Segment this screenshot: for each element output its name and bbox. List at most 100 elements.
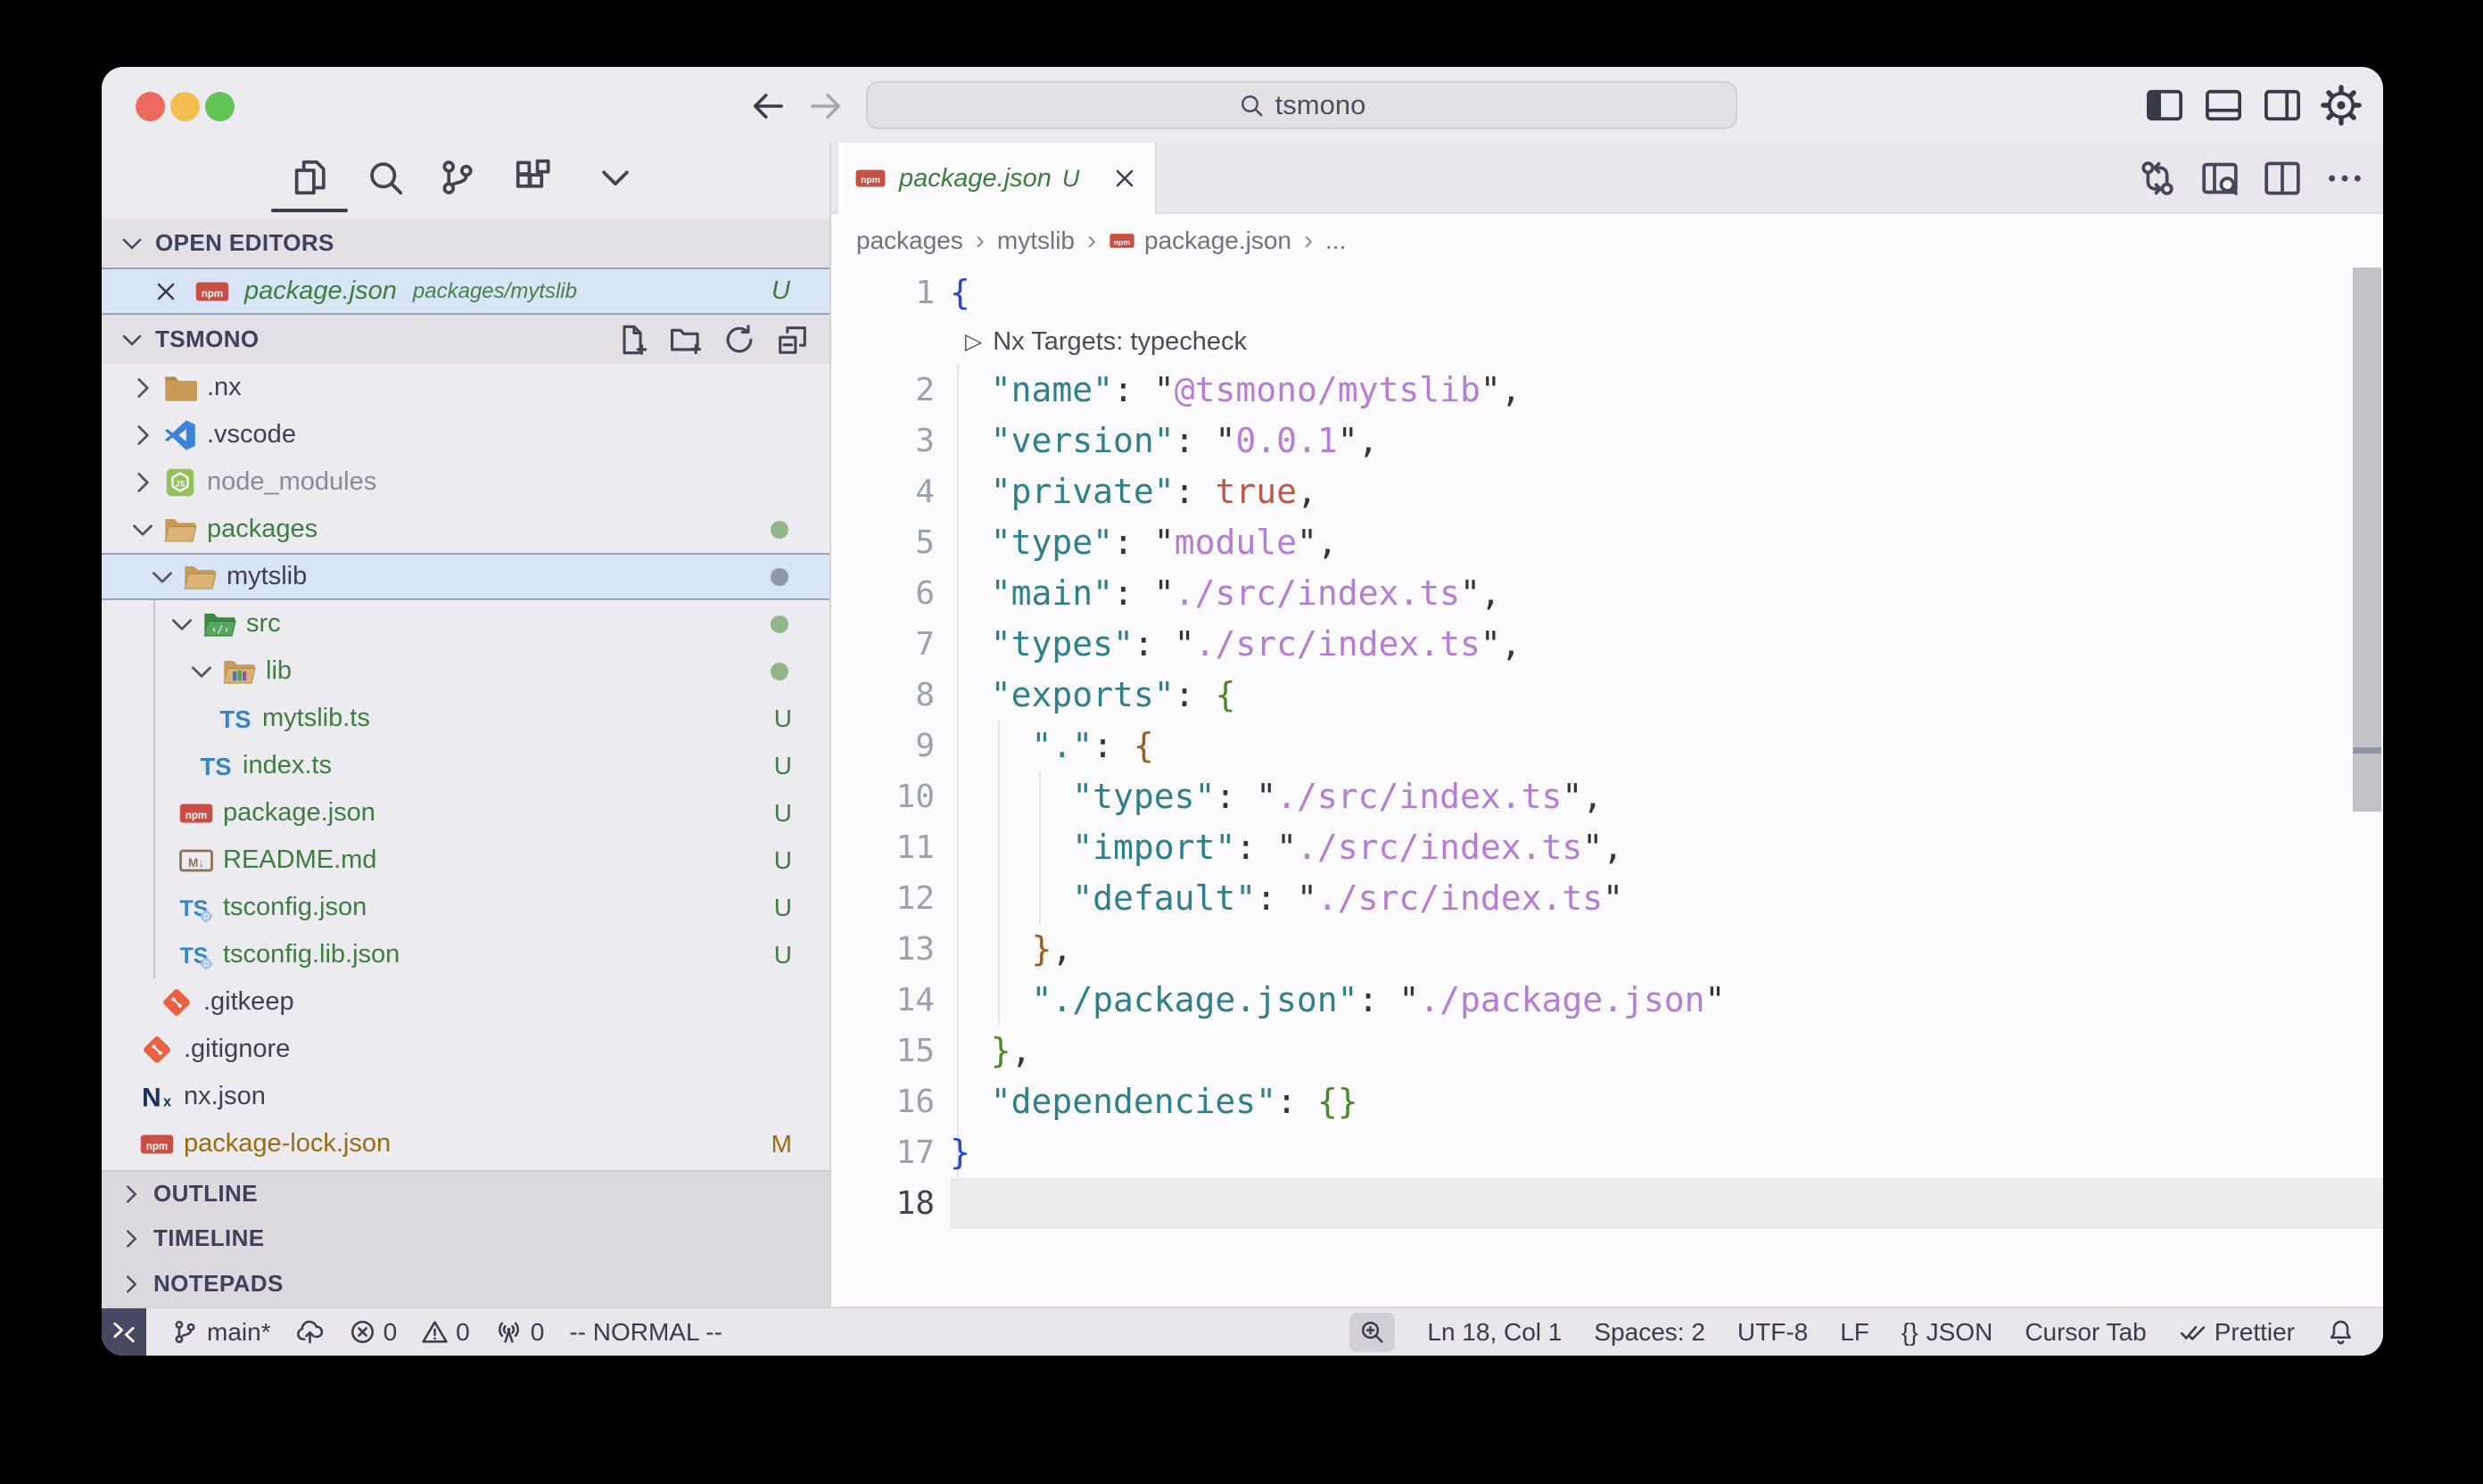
collapse-all-icon[interactable]: [776, 323, 810, 357]
code-line-2[interactable]: 2 "name": "@tsmono/mytslib",: [831, 365, 2383, 416]
search-icon[interactable]: [365, 157, 406, 198]
code-editor[interactable]: 1{▷Nx Targets: typecheck2 "name": "@tsmo…: [831, 268, 2383, 1307]
tab-package-json[interactable]: npm package.json U: [838, 143, 1157, 214]
tree-item-packages[interactable]: packages: [102, 506, 829, 553]
compare-changes-icon[interactable]: [2137, 158, 2178, 199]
tree-item-node-modules[interactable]: JSnode_modules: [102, 458, 829, 506]
back-arrow-icon[interactable]: [748, 87, 788, 126]
split-editor-icon[interactable]: [2262, 158, 2303, 199]
codelens-nx-targets[interactable]: ▷Nx Targets: typecheck: [831, 318, 2383, 365]
status-item-group[interactable]: 00: [349, 1318, 470, 1347]
code-line-6[interactable]: 6 "main": "./src/index.ts",: [831, 568, 2383, 619]
code-line-1[interactable]: 1{: [831, 268, 2383, 318]
status-item-prettier[interactable]: Prettier: [2179, 1318, 2295, 1347]
code-line-14[interactable]: 14 "./package.json": "./package.json": [831, 975, 2383, 1026]
chevron-down-icon[interactable]: [595, 157, 636, 198]
new-folder-icon[interactable]: [669, 323, 703, 357]
more-icon[interactable]: [2324, 158, 2365, 199]
status-item-cloud-upload[interactable]: [296, 1318, 324, 1346]
files-icon[interactable]: [289, 157, 330, 198]
status-item-lf[interactable]: LF: [1840, 1318, 1869, 1347]
section-outline[interactable]: OUTLINE: [102, 1170, 829, 1216]
status-item-zoom-in[interactable]: [1349, 1313, 1395, 1352]
command-center-search[interactable]: tsmono: [866, 81, 1737, 129]
scrollbar[interactable]: [2353, 268, 2381, 812]
git-status-badge: M: [771, 1130, 792, 1158]
code-line-15[interactable]: 15 },: [831, 1026, 2383, 1076]
breadcrumb-item[interactable]: packages: [856, 227, 963, 255]
npm-icon: npm: [137, 1126, 177, 1162]
status-item-main-[interactable]: main*: [171, 1318, 271, 1347]
layout-sidebar-right-icon[interactable]: [2262, 85, 2303, 126]
line-content: },: [935, 924, 1072, 975]
code-line-16[interactable]: 16 "dependencies": {}: [831, 1076, 2383, 1127]
section-timeline[interactable]: TIMELINE: [102, 1216, 829, 1261]
remote-indicator[interactable]: [102, 1308, 146, 1356]
layout-panel-icon[interactable]: [2203, 85, 2244, 126]
chevron-down-icon: [118, 326, 146, 354]
status-item-utf-8[interactable]: UTF-8: [1737, 1318, 1808, 1347]
tree-item-mytslib[interactable]: mytslib: [102, 553, 829, 600]
tree-item-index.ts[interactable]: TSindex.tsU: [102, 742, 829, 789]
close-button[interactable]: [136, 92, 165, 121]
status-item-spaces-2[interactable]: Spaces: 2: [1594, 1318, 1705, 1347]
zoom-button[interactable]: [205, 92, 235, 121]
tree-item-src[interactable]: ‹/›src: [102, 600, 829, 647]
code-line-7[interactable]: 7 "types": "./src/index.ts",: [831, 619, 2383, 670]
tree-item-mytslib.ts[interactable]: TSmytslib.tsU: [102, 695, 829, 742]
breadcrumb-item[interactable]: npmpackage.json: [1109, 227, 1291, 255]
code-line-13[interactable]: 13 },: [831, 924, 2383, 975]
tree-item-package.json[interactable]: npmpackage.jsonU: [102, 789, 829, 837]
npm-icon: npm: [1109, 227, 1135, 254]
tree-item-tsconfig.lib.json[interactable]: TStsconfig.lib.jsonU: [102, 931, 829, 978]
section-notepads[interactable]: NOTEPADS: [102, 1261, 829, 1307]
tree-item-nx.json[interactable]: Nxnx.json: [102, 1073, 829, 1120]
code-line-17[interactable]: 17}: [831, 1127, 2383, 1178]
code-line-12[interactable]: 12 "default": "./src/index.ts": [831, 873, 2383, 924]
forward-arrow-icon[interactable]: [806, 87, 846, 126]
nx-icon: Nx: [137, 1079, 177, 1115]
status-label: Ln 18, Col 1: [1427, 1318, 1562, 1347]
code-line-3[interactable]: 3 "version": "0.0.1",: [831, 416, 2383, 466]
tree-item-tsconfig.json[interactable]: TStsconfig.jsonU: [102, 884, 829, 931]
breadcrumb-label: packages: [856, 227, 963, 255]
minimize-button[interactable]: [170, 92, 200, 121]
status-item--normal-[interactable]: -- NORMAL --: [569, 1318, 722, 1347]
code-line-18[interactable]: 18: [831, 1178, 2383, 1229]
extensions-icon[interactable]: [513, 157, 554, 198]
tree-item-package-lock.json[interactable]: npmpackage-lock.jsonM: [102, 1120, 829, 1167]
open-editors-header[interactable]: OPEN EDITORS: [102, 218, 829, 268]
status-item-cursor-tab[interactable]: Cursor Tab: [2025, 1318, 2146, 1347]
status-item-0[interactable]: 0: [495, 1318, 545, 1347]
tree-item-lib[interactable]: lib: [102, 647, 829, 695]
code-line-4[interactable]: 4 "private": true,: [831, 466, 2383, 517]
refresh-icon[interactable]: [722, 323, 756, 357]
layout-sidebar-left-icon[interactable]: [2144, 85, 2185, 126]
open-editor-item[interactable]: npm package.json packages/mytslib U: [102, 268, 829, 315]
close-icon[interactable]: [1110, 164, 1139, 193]
editor-group: npm package.json U packages›mytslib›npmp…: [831, 143, 2383, 1307]
status-item-bell[interactable]: [2327, 1318, 2355, 1346]
tree-item-.gitignore[interactable]: .gitignore: [102, 1026, 829, 1073]
code-line-11[interactable]: 11 "import": "./src/index.ts",: [831, 822, 2383, 873]
status-item-ln-18-col-1[interactable]: Ln 18, Col 1: [1427, 1318, 1562, 1347]
breadcrumb-item[interactable]: ...: [1325, 227, 1346, 255]
tree-item-.nx[interactable]: .nx: [102, 364, 829, 411]
status-item-json[interactable]: {}JSON: [1901, 1318, 1992, 1347]
workspace-header[interactable]: TSMONO: [102, 315, 829, 364]
tree-item-label: tsconfig.json: [223, 893, 367, 922]
close-icon[interactable]: [152, 277, 180, 306]
remote-icon: [109, 1317, 139, 1348]
code-line-5[interactable]: 5 "type": "module",: [831, 517, 2383, 568]
new-file-icon[interactable]: [615, 323, 649, 357]
source-control-icon[interactable]: [437, 157, 478, 198]
code-line-8[interactable]: 8 "exports": {: [831, 670, 2383, 721]
tree-item-readme.md[interactable]: M↓README.mdU: [102, 837, 829, 884]
code-line-9[interactable]: 9 ".": {: [831, 721, 2383, 771]
open-preview-icon[interactable]: [2199, 158, 2240, 199]
tree-item-.gitkeep[interactable]: .gitkeep: [102, 978, 829, 1026]
tree-item-.vscode[interactable]: .vscode: [102, 411, 829, 458]
gear-icon[interactable]: [2321, 85, 2362, 126]
breadcrumb-item[interactable]: mytslib: [997, 227, 1075, 255]
code-line-10[interactable]: 10 "types": "./src/index.ts",: [831, 771, 2383, 822]
